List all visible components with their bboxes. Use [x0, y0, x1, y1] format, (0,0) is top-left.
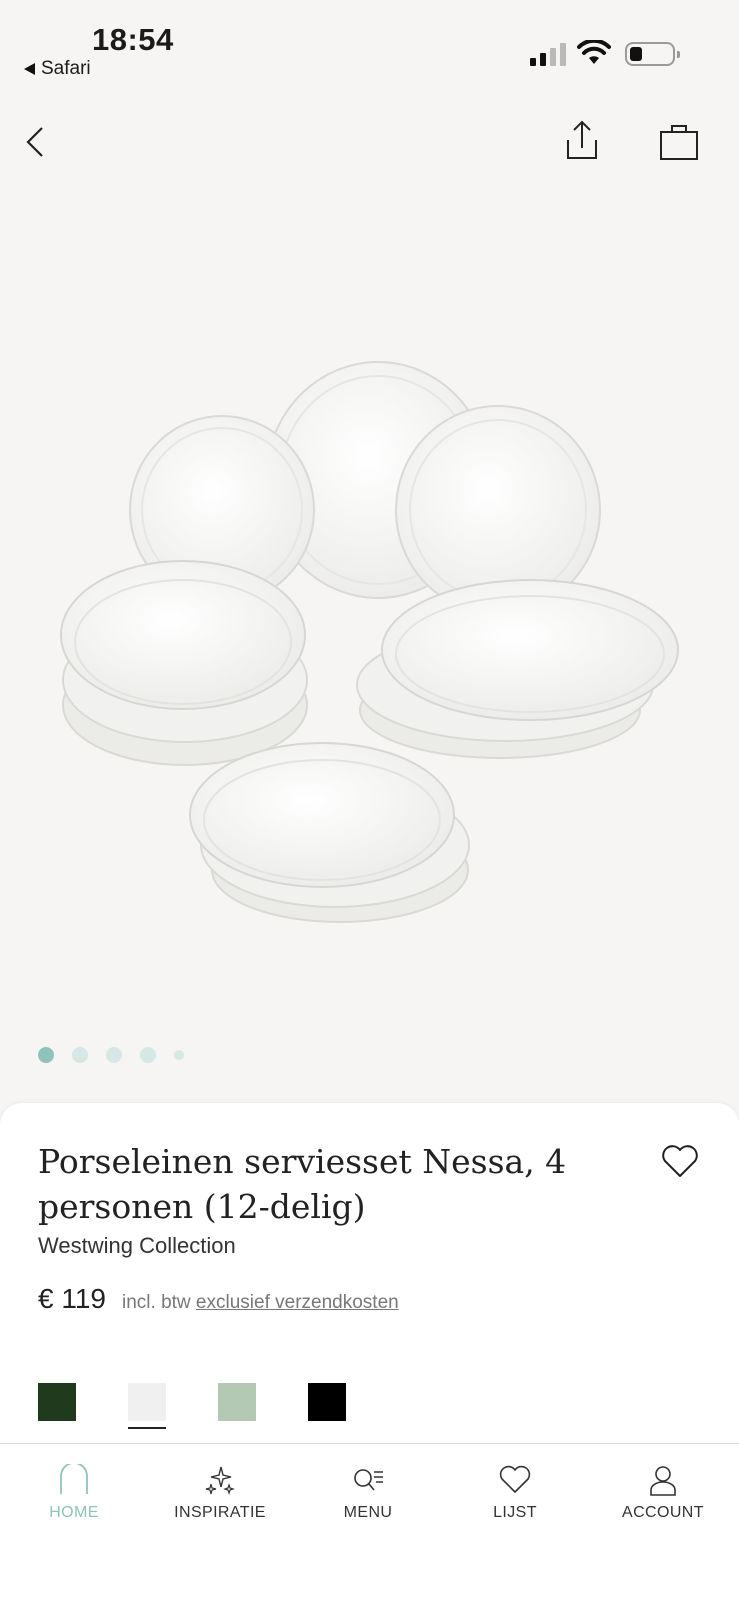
tab-menu[interactable]: MENU [308, 1464, 428, 1522]
bottom-tab-bar: HOME INSPIRATIE MENU LIJST ACCOUNT [0, 1443, 739, 1600]
user-icon [650, 1466, 676, 1496]
product-image[interactable] [0, 180, 739, 1040]
carousel-dots[interactable] [38, 1047, 184, 1063]
price-row: € 119 incl. btw exclusief verzendkosten [38, 1283, 399, 1315]
tab-home[interactable]: HOME [14, 1464, 134, 1522]
shopping-bag-icon[interactable] [658, 122, 700, 162]
color-swatches [38, 1383, 346, 1429]
home-icon [60, 1464, 88, 1494]
tab-lijst[interactable]: LIJST [455, 1464, 575, 1522]
tab-label: HOME [49, 1504, 99, 1521]
carousel-dot[interactable] [174, 1050, 184, 1060]
back-triangle-icon [24, 63, 35, 75]
tab-label: MENU [343, 1504, 393, 1521]
cellular-signal-icon [530, 43, 566, 66]
tab-account[interactable]: ACCOUNT [603, 1464, 723, 1522]
carousel-dot[interactable] [106, 1047, 122, 1063]
battery-icon [625, 42, 680, 66]
carousel-dot[interactable] [38, 1047, 54, 1063]
color-swatch[interactable] [38, 1383, 76, 1421]
tab-label: INSPIRATIE [174, 1504, 266, 1521]
tab-label: ACCOUNT [622, 1504, 704, 1521]
share-icon[interactable] [562, 118, 602, 164]
tab-inspiratie[interactable]: INSPIRATIE [160, 1464, 280, 1522]
tab-label: LIJST [493, 1504, 537, 1521]
vat-label: incl. btw [122, 1292, 191, 1313]
wishlist-heart-icon[interactable] [660, 1143, 700, 1179]
heart-icon [499, 1465, 531, 1493]
product-info-sheet: Porseleinen serviesset Nessa, 4 personen… [0, 1103, 739, 1443]
back-app-label: Safari [41, 58, 91, 79]
product-title: Porseleinen serviesset Nessa, 4 personen… [38, 1142, 567, 1226]
carousel-dot[interactable] [140, 1047, 156, 1063]
color-swatch[interactable] [308, 1383, 346, 1421]
back-chevron-icon[interactable] [22, 122, 52, 162]
color-swatch[interactable] [128, 1383, 166, 1429]
carousel-dot[interactable] [72, 1047, 88, 1063]
search-menu-icon [354, 1469, 383, 1491]
vat-note: incl. btw exclusief verzendkosten [122, 1292, 399, 1314]
shipping-costs-link[interactable]: exclusief verzendkosten [196, 1292, 399, 1313]
status-time: 18:54 [92, 22, 174, 57]
sparkle-icon [205, 1466, 235, 1495]
product-price: € 119 [38, 1283, 106, 1314]
product-brand[interactable]: Westwing Collection [38, 1233, 236, 1259]
color-swatch[interactable] [218, 1383, 256, 1421]
back-to-app-link[interactable]: Safari [24, 58, 91, 80]
status-bar: 18:54 Safari [0, 0, 739, 90]
wifi-icon [577, 40, 611, 64]
